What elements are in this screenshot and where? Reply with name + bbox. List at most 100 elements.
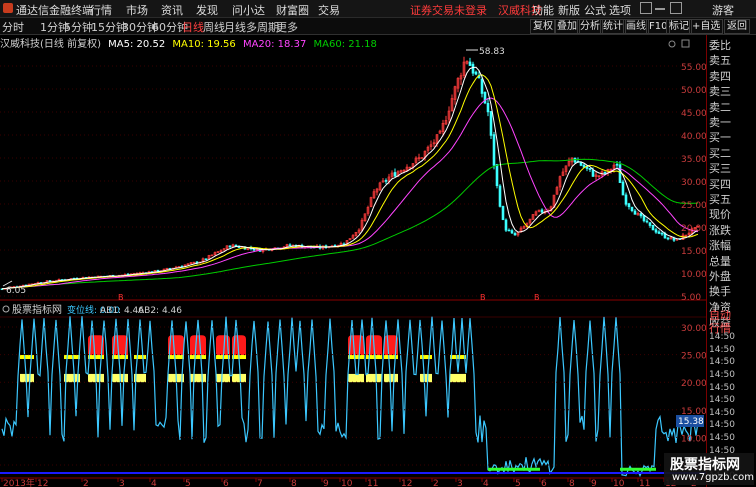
- indicator-settings-icon[interactable]: [2, 305, 10, 313]
- candle-body[interactable]: [474, 71, 478, 75]
- candle-body[interactable]: [492, 134, 496, 166]
- candle-body[interactable]: [501, 206, 505, 220]
- tick-time: 14:50: [709, 370, 735, 380]
- signal-block-yellow: [134, 355, 146, 360]
- side-field-label: 买二: [709, 146, 731, 160]
- high-price-label: 58.83: [479, 47, 505, 57]
- candle-body[interactable]: [573, 157, 577, 163]
- x-tick-label: 12: [37, 479, 48, 487]
- candle-body[interactable]: [204, 258, 208, 261]
- event-marker-icon[interactable]: B: [534, 293, 540, 302]
- candle-body[interactable]: [642, 215, 646, 222]
- candle-body[interactable]: [588, 168, 592, 170]
- candle-body[interactable]: [495, 164, 499, 186]
- candle-body[interactable]: [507, 229, 511, 232]
- candle-body[interactable]: [471, 63, 475, 74]
- candle-body[interactable]: [633, 210, 637, 215]
- watermark: 股票指标网 www.7gpzb.com: [664, 453, 754, 485]
- y-tick-label: 40.00: [681, 132, 706, 142]
- candle-body[interactable]: [591, 169, 595, 177]
- candle-body[interactable]: [648, 222, 652, 226]
- candle-body[interactable]: [645, 220, 649, 223]
- x-tick-label: 9: [323, 479, 329, 487]
- candle-body[interactable]: [624, 194, 628, 205]
- candle-body[interactable]: [252, 249, 256, 251]
- side-field-label: 卖四: [709, 69, 731, 83]
- signal-block-yellow: [64, 355, 80, 360]
- candle-body[interactable]: [228, 245, 232, 248]
- candle-body[interactable]: [513, 233, 517, 236]
- y-tick-label: 15.00: [681, 247, 706, 257]
- watermark-title: 股票指标网: [670, 457, 740, 473]
- event-marker-icon[interactable]: B: [118, 293, 124, 302]
- candle-body[interactable]: [384, 180, 388, 182]
- candlesticks[interactable]: [0, 56, 700, 291]
- candle-body[interactable]: [504, 219, 508, 231]
- candle-body[interactable]: [603, 171, 607, 174]
- candle-body[interactable]: [489, 111, 493, 136]
- low-price-label: 6.05: [6, 286, 26, 296]
- candle-body[interactable]: [657, 231, 661, 234]
- candle-body[interactable]: [615, 163, 619, 166]
- candle-body[interactable]: [660, 232, 664, 235]
- candle-body[interactable]: [627, 203, 631, 208]
- signal-block-yellow: [20, 373, 34, 383]
- x-tick-label: 7: [257, 479, 263, 487]
- signal-block-red: [190, 335, 206, 356]
- x-tick-label: 9: [591, 479, 597, 487]
- side-field-label: 卖五: [709, 54, 731, 68]
- x-tick-label: 5: [185, 479, 191, 487]
- x-tick-label: 3: [457, 479, 463, 487]
- indicator-bottom-markers: [488, 467, 656, 471]
- candle-body[interactable]: [651, 224, 655, 231]
- candle-body[interactable]: [468, 61, 472, 66]
- x-tick-label: 10: [341, 479, 353, 487]
- candle-body[interactable]: [540, 209, 544, 213]
- tick-time: 14:50: [709, 332, 735, 343]
- bottom-signal: [488, 467, 540, 471]
- side-field-label: 卖三: [709, 85, 731, 99]
- signal-block-yellow: [190, 373, 206, 383]
- user-label[interactable]: 游客: [712, 2, 734, 18]
- signal-block-yellow: [420, 355, 432, 360]
- back-button[interactable]: 返回: [724, 19, 750, 34]
- x-tick-label: 2: [83, 479, 89, 487]
- candle-body[interactable]: [288, 244, 292, 247]
- signal-block-yellow: [384, 373, 398, 383]
- quote-side-panel: 委比 卖五 卖四 卖三 卖二 卖一 买一 买二 买三 买四 买五 现价 涨跌 涨幅 总量 外盘 换手 净资 收益 自动…: [706, 35, 756, 487]
- signal-block-yellow: [348, 373, 364, 383]
- signal-block-yellow: [348, 355, 364, 360]
- settings-icon[interactable]: [668, 40, 676, 48]
- candle-body[interactable]: [618, 164, 622, 183]
- tick-time: 14:50: [709, 344, 735, 355]
- candle-body[interactable]: [480, 78, 484, 94]
- side-field-label: 买四: [709, 177, 731, 191]
- y-tick-label: 30.00: [681, 178, 706, 188]
- side-field-label: 买五: [709, 193, 731, 206]
- signal-block-yellow: [216, 373, 230, 383]
- candle-body[interactable]: [654, 229, 658, 233]
- signal-block-yellow: [420, 373, 432, 383]
- x-tick-label: 4: [151, 479, 157, 487]
- candle-body[interactable]: [510, 230, 514, 234]
- side-field-label: 买三: [709, 162, 731, 176]
- candle-body[interactable]: [639, 213, 643, 217]
- tick-time: 14:50: [709, 382, 735, 393]
- candle-body[interactable]: [621, 181, 625, 196]
- candle-body[interactable]: [48, 280, 52, 282]
- x-tick-label: 8: [291, 479, 297, 487]
- event-marker-icon[interactable]: B: [480, 293, 486, 302]
- tick-time: 14:50: [709, 407, 735, 418]
- candle-body[interactable]: [393, 172, 397, 177]
- expand-icon[interactable]: [681, 39, 690, 48]
- candle-body[interactable]: [666, 237, 670, 240]
- tick-time: 14:50: [709, 433, 735, 443]
- candle-body[interactable]: [579, 162, 583, 166]
- side-field-label: 卖一: [709, 116, 731, 129]
- x-tick-label: 3: [119, 479, 125, 487]
- candle-body[interactable]: [498, 185, 502, 207]
- chart-canvas[interactable]: 58.83 6.05 B B B 55.0050.0045.0040.0035.…: [0, 0, 706, 487]
- indicator-title: 股票指标网: [12, 303, 62, 316]
- candle-body[interactable]: [486, 102, 490, 113]
- candle-body[interactable]: [630, 206, 634, 212]
